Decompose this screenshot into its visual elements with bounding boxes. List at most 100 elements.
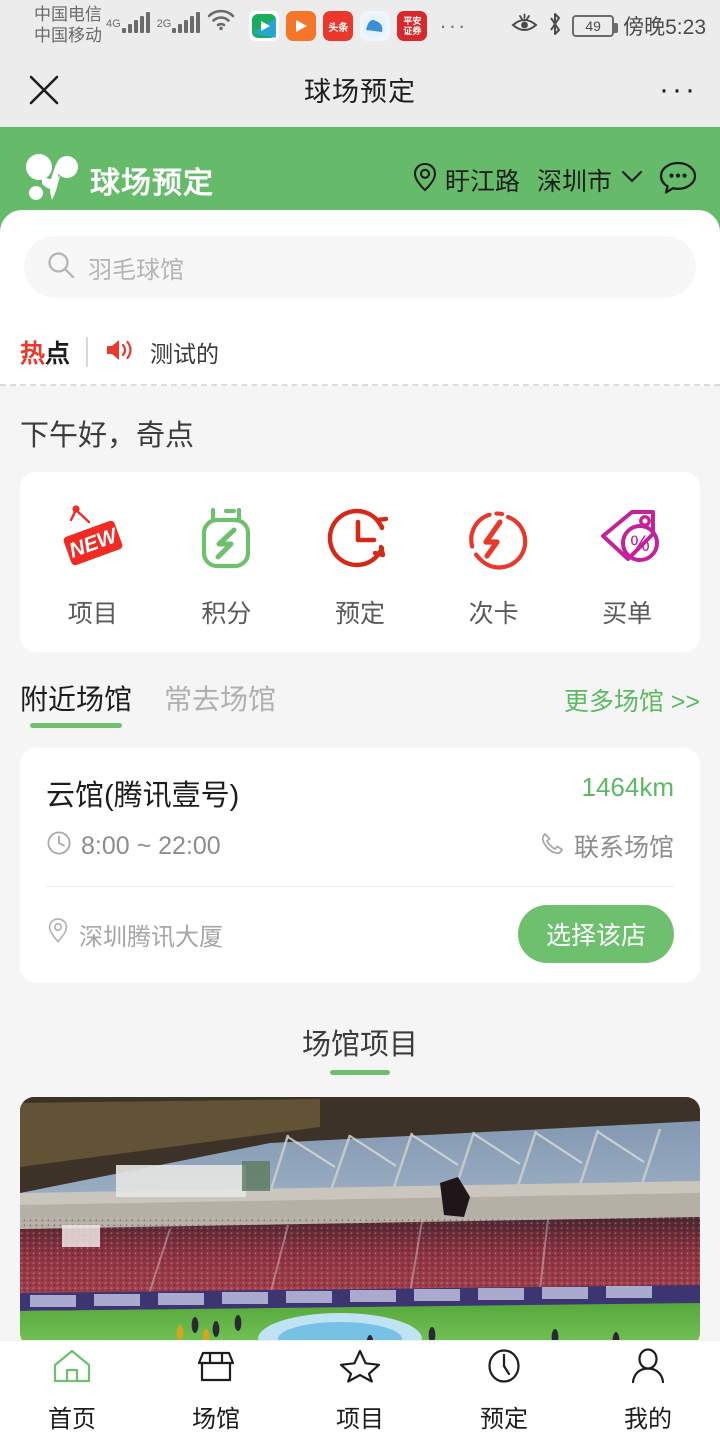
clock-refresh-icon xyxy=(320,498,400,578)
venue-hours-text: 8:00 ~ 22:00 xyxy=(81,831,221,860)
venue-hours: 8:00 ~ 22:00 xyxy=(46,830,221,863)
venue-distance: 1464km xyxy=(581,772,675,802)
hotspot-message: 测试的 xyxy=(150,341,220,367)
location-pin-icon-small xyxy=(46,917,70,951)
venue-address-text: 深圳腾讯大厦 xyxy=(79,923,223,951)
shop-icon xyxy=(195,1347,237,1390)
hotspot-bar[interactable]: 热点 测试的 xyxy=(0,320,720,386)
wifi-icon xyxy=(207,9,235,36)
chat-icon[interactable] xyxy=(658,158,698,201)
tab-label: 项目 xyxy=(336,1406,384,1433)
tab-frequent-venues[interactable]: 常去场馆 xyxy=(164,678,276,728)
quick-action-projects[interactable]: NEW 项目 xyxy=(33,498,153,630)
chevron-down-icon[interactable] xyxy=(619,168,645,191)
quick-action-punch-card[interactable]: 次卡 xyxy=(434,498,554,630)
page-title: 球场预定 xyxy=(304,77,416,107)
stadium-photo-image xyxy=(20,1097,700,1347)
tab-nearby-venues[interactable]: 附近场馆 xyxy=(20,678,132,728)
clock-icon xyxy=(46,830,72,863)
lightning-card-icon xyxy=(454,498,534,578)
venue-footer-row: 深圳腾讯大厦 选择该店 xyxy=(46,905,674,963)
star-icon xyxy=(339,1347,381,1390)
tab-projects[interactable]: 项目 xyxy=(288,1347,432,1434)
quick-action-booking[interactable]: 预定 xyxy=(300,498,420,630)
quick-action-pay[interactable]: % 买单 xyxy=(567,498,687,630)
tab-booking[interactable]: 预定 xyxy=(432,1347,576,1434)
quick-action-label: 项目 xyxy=(67,600,118,628)
venue-meta-row: 8:00 ~ 22:00 联系场馆 xyxy=(46,828,674,864)
quick-action-label: 积分 xyxy=(201,600,252,628)
stadium-photo[interactable] xyxy=(20,1097,700,1347)
toutiao-icon: 头条 xyxy=(323,11,354,41)
carrier-labels: 中国电信 中国移动 xyxy=(34,5,102,46)
search-sheet: 羽毛球馆 xyxy=(0,210,720,320)
tab-label: 我的 xyxy=(624,1406,672,1433)
search-icon xyxy=(46,250,76,285)
carrier-primary: 中国电信 xyxy=(34,5,102,25)
venue-card[interactable]: 云馆(腾讯壹号) 1464km 8:00 ~ 22:00 联系场馆 深圳腾讯大厦… xyxy=(20,748,700,983)
pingan-securities-icon: 平安 证券 xyxy=(397,11,428,41)
status-bar: 中国电信 中国移动 4G 2G 头条 平安 证券 ··· 49 傍晚5:23 xyxy=(0,0,720,52)
more-options-icon[interactable]: ··· xyxy=(659,74,698,104)
hotspot-label-second: 点 xyxy=(45,340,71,368)
search-container: 羽毛球馆 xyxy=(0,226,720,320)
projects-section-header: 场馆项目 xyxy=(0,983,720,1075)
venue-contact-text: 联系场馆 xyxy=(573,834,674,862)
hotspot-label-first: 热 xyxy=(20,340,46,368)
phone-icon xyxy=(539,830,565,863)
new-tag-icon: NEW xyxy=(53,498,133,578)
more-venues-link[interactable]: 更多场馆 >> xyxy=(564,682,700,728)
quick-action-label: 预定 xyxy=(334,600,385,628)
clock-icon xyxy=(483,1347,525,1390)
bluetooth-icon xyxy=(547,12,563,41)
person-icon xyxy=(627,1347,669,1390)
brand-block: 球场预定 xyxy=(22,146,214,213)
venue-header-row: 云馆(腾讯壹号) 1464km xyxy=(46,772,674,814)
hotspot-label: 热点 xyxy=(20,334,70,370)
battery-icon: 49 xyxy=(572,15,619,37)
svg-text:%: % xyxy=(630,531,650,556)
location-city: 深圳市 xyxy=(536,167,612,196)
tab-label: 场馆 xyxy=(192,1406,240,1433)
venue-name: 云馆(腾讯壹号) xyxy=(46,780,240,812)
search-placeholder: 羽毛球馆 xyxy=(88,256,184,284)
projects-section-title: 场馆项目 xyxy=(302,1021,418,1075)
hotspot-divider xyxy=(86,337,89,367)
select-venue-button[interactable]: 选择该店 xyxy=(517,905,674,963)
speaker-icon xyxy=(104,336,136,369)
carrier-secondary: 中国移动 xyxy=(34,26,102,45)
venue-tabs: 附近场馆 常去场馆 更多场馆 >> xyxy=(0,652,720,738)
status-overflow-icon: ··· xyxy=(439,13,468,38)
close-icon[interactable] xyxy=(22,68,66,112)
tab-venues[interactable]: 场馆 xyxy=(144,1347,288,1434)
points-icon xyxy=(186,498,266,578)
signal-bars-icon-2 xyxy=(172,11,201,33)
signal-secondary: 2G xyxy=(156,11,204,41)
greeting-text: 下午好，奇点 xyxy=(0,386,720,472)
logo-icon xyxy=(22,146,84,213)
navigation-bar: 球场预定 ··· xyxy=(0,52,720,127)
signal-primary: 4G xyxy=(106,11,153,41)
battery-level: 49 xyxy=(585,18,601,34)
location-pin-icon xyxy=(412,162,438,197)
quick-action-label: 次卡 xyxy=(468,600,519,628)
signal-bars-icon xyxy=(121,11,150,33)
brand-name: 球场预定 xyxy=(90,166,214,200)
tab-label: 预定 xyxy=(480,1406,528,1433)
status-right-group: 49 傍晚5:23 xyxy=(511,11,706,41)
venue-address: 深圳腾讯大厦 xyxy=(46,917,223,952)
discount-tag-icon: % xyxy=(587,498,667,578)
eye-care-icon xyxy=(511,13,538,40)
tab-label: 首页 xyxy=(48,1406,96,1433)
quick-action-label: 买单 xyxy=(602,600,653,628)
tab-profile[interactable]: 我的 xyxy=(576,1347,720,1434)
search-input[interactable]: 羽毛球馆 xyxy=(24,236,696,298)
network-type-secondary: 2G xyxy=(156,17,172,30)
location-selector[interactable]: 盱江路 深圳市 xyxy=(412,158,698,201)
quick-action-points[interactable]: 积分 xyxy=(166,498,286,630)
cloud-icon xyxy=(360,11,391,41)
quick-actions-card: NEW 项目 积分 预定 次卡 % 买单 xyxy=(20,472,700,652)
venue-contact[interactable]: 联系场馆 xyxy=(539,828,674,864)
tab-home[interactable]: 首页 xyxy=(0,1347,144,1434)
status-app-icons: 头条 平安 证券 ··· xyxy=(249,11,467,41)
